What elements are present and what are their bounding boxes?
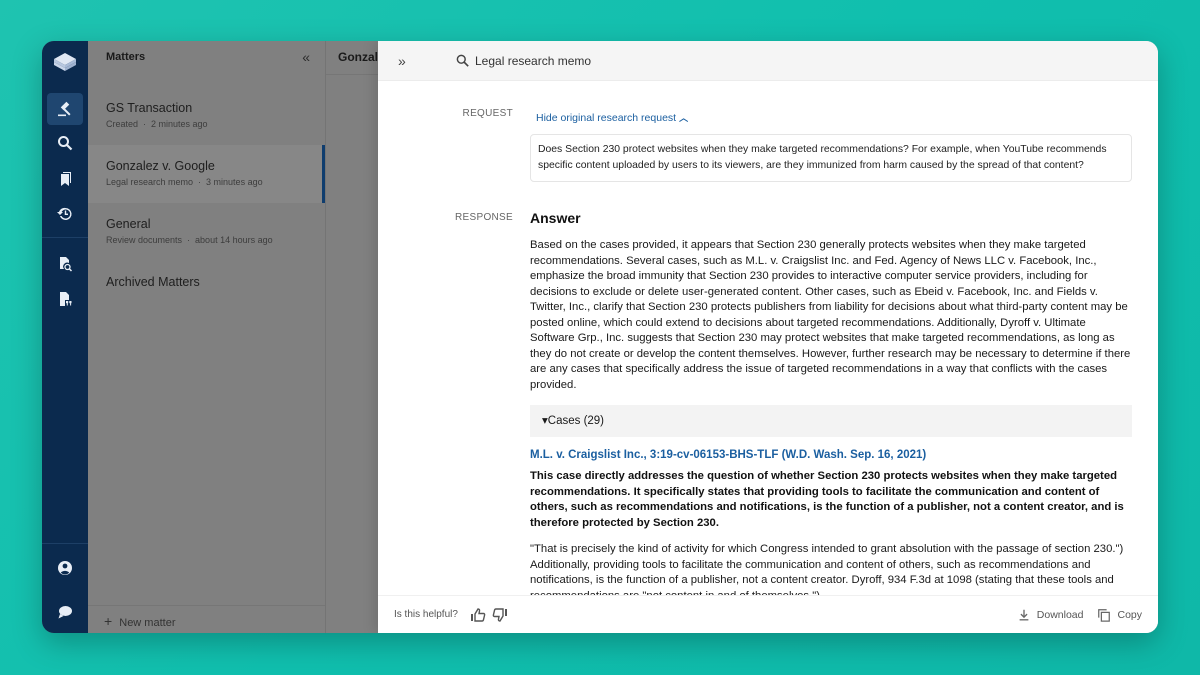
rail-item-history[interactable]	[47, 198, 83, 230]
matter-meta: Review documents · about 14 hours ago	[106, 235, 307, 245]
collapse-sidebar-icon[interactable]: «	[302, 49, 310, 65]
new-matter-label: New matter	[119, 617, 176, 629]
copy-label: Copy	[1117, 608, 1142, 621]
copy-icon	[1098, 608, 1111, 622]
copy-button[interactable]: Copy	[1097, 608, 1142, 622]
rail-divider	[42, 237, 88, 238]
download-label: Download	[1036, 608, 1084, 621]
matter-type: Legal research memo	[106, 177, 194, 187]
gavel-icon	[58, 101, 71, 117]
matter-type: Review documents	[106, 235, 183, 245]
panel-title: Legal research memo	[456, 54, 591, 68]
hide-request-toggle[interactable]: Hide original research request ︿	[536, 112, 688, 124]
matters-header: Matters «	[88, 41, 325, 73]
rail-item-document-quote[interactable]	[47, 283, 83, 315]
expand-panel-icon[interactable]: »	[398, 53, 456, 69]
history-icon	[57, 207, 72, 220]
panel-topbar: » Legal research memo	[378, 41, 1158, 81]
icon-rail	[42, 41, 88, 633]
matter-item-gonzalez-v-google[interactable]: Gonzalez v. Google Legal research memo · 3…	[88, 145, 325, 203]
cases-toggle[interactable]: ▾Cases (29)	[530, 405, 1132, 437]
chevron-up-icon: ︿	[679, 113, 689, 123]
response-label: RESPONSE	[455, 212, 513, 223]
separator-dot: ·	[187, 235, 191, 245]
helpful-prompt: Is this helpful?	[394, 609, 458, 620]
case-link[interactable]: M.L. v. Craigslist Inc., 3:19-cv-06153-B…	[530, 449, 1132, 461]
footer-actions: Download Copy	[1017, 608, 1142, 622]
matter-time: 3 minutes ago	[206, 177, 263, 187]
plus-icon: +	[104, 613, 113, 629]
matter-item-general[interactable]: General Review documents · about 14 hours …	[88, 203, 325, 261]
panel-title-text: Legal research memo	[475, 53, 592, 68]
rail-item-chat[interactable]	[47, 596, 83, 628]
research-memo-panel: » Legal research memo REQUEST Hide origi…	[378, 41, 1158, 633]
search-icon	[456, 54, 469, 67]
matter-meta: Legal research memo · 3 minutes ago	[106, 177, 307, 187]
matter-detail-column: Gonzalez v. Google	[326, 41, 386, 633]
search-icon	[58, 136, 73, 151]
download-button[interactable]: Download	[1017, 608, 1084, 622]
memo-content[interactable]: REQUEST Hide original research request ︿ …	[378, 81, 1158, 595]
panel-footer: Is this helpful? Download Copy	[378, 595, 1158, 633]
thumbs-up-icon[interactable]	[470, 607, 486, 623]
rail-divider-bottom	[42, 543, 88, 544]
matter-meta: Created · 2 minutes ago	[106, 119, 307, 129]
document-search-icon	[60, 257, 73, 272]
case-summary: This case directly addresses the questio…	[530, 470, 1124, 529]
matter-name: Gonzalez v. Google	[106, 159, 215, 173]
request-body: Hide original research request ︿ Does Sec…	[530, 108, 1132, 182]
separator-dot: ·	[143, 119, 147, 129]
request-text-box: Does Section 230 protect websites when t…	[530, 134, 1132, 182]
matter-time: 2 minutes ago	[151, 119, 208, 129]
rail-item-document-review[interactable]	[47, 248, 83, 280]
chat-bubble-icon	[58, 606, 72, 619]
matters-title: Matters	[106, 51, 146, 63]
archived-matters-link[interactable]: Archived Matters	[88, 261, 325, 303]
matter-name: GS Transaction	[106, 101, 193, 115]
answer-heading: Answer	[530, 210, 581, 226]
layers-logo-icon[interactable]	[52, 51, 78, 75]
bookmarks-icon	[61, 172, 71, 186]
rail-item-account[interactable]	[47, 552, 83, 584]
request-label: REQUEST	[462, 108, 513, 119]
rail-item-bookmarks[interactable]	[47, 163, 83, 195]
app-window: Matters « GS Transaction Created · 2 minut…	[42, 41, 1158, 633]
matter-detail-title: Gonzalez v. Google	[326, 41, 386, 75]
new-matter-button[interactable]: + New matter	[88, 605, 325, 633]
rail-item-search[interactable]	[47, 127, 83, 159]
hide-request-label: Hide original research request	[536, 112, 677, 124]
matters-sidebar: Matters « GS Transaction Created · 2 minut…	[88, 41, 326, 633]
document-quote-icon	[60, 292, 72, 306]
answer-text: Based on the cases provided, it appears …	[530, 239, 1131, 391]
case-quote: "That is precisely the kind of activity …	[530, 543, 1124, 595]
matter-type: Created	[106, 119, 139, 129]
download-icon	[1019, 609, 1029, 620]
matter-name: General	[106, 217, 151, 231]
thumbs-down-icon[interactable]	[492, 607, 508, 623]
separator-dot: ·	[198, 177, 202, 187]
user-account-icon	[58, 561, 72, 575]
matter-time: about 14 hours ago	[195, 235, 273, 245]
matter-item-gs-transaction[interactable]: GS Transaction Created · 2 minutes ago	[88, 87, 325, 145]
rail-item-matters[interactable]	[47, 93, 83, 125]
response-body: Answer Based on the cases provided, it a…	[530, 210, 1132, 595]
